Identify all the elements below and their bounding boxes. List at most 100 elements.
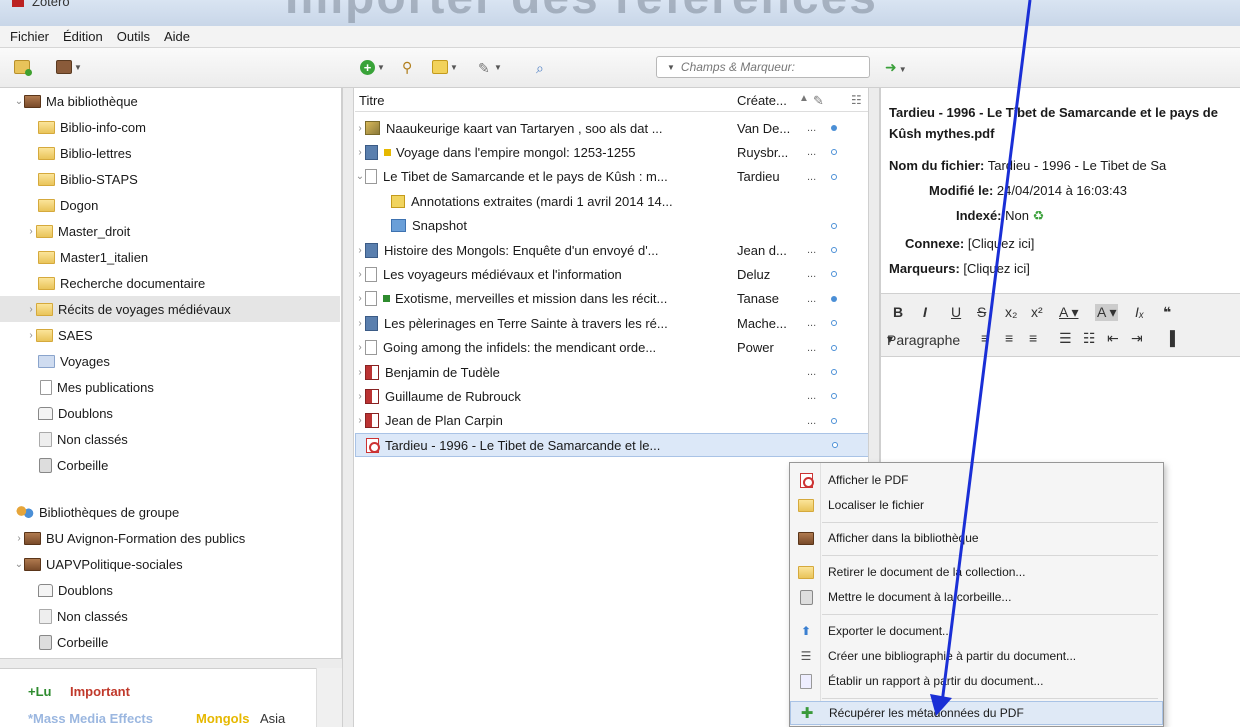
attachment-status-icon[interactable] bbox=[831, 369, 837, 375]
paperclip-icon[interactable]: ✎ bbox=[813, 93, 824, 109]
menu-item-show-in-library[interactable]: Afficher dans la bibliothèque bbox=[790, 526, 1163, 550]
more-icon[interactable]: ▐ bbox=[1165, 330, 1175, 346]
text-color-icon[interactable]: A ▾ bbox=[1059, 304, 1078, 321]
superscript-icon[interactable]: x² bbox=[1031, 304, 1043, 320]
bullet-list-icon[interactable]: ☰ bbox=[1059, 330, 1072, 347]
duplicates-item[interactable]: Doublons bbox=[0, 400, 340, 426]
attachment-status-icon[interactable] bbox=[831, 125, 837, 131]
chevron-right-icon[interactable]: › bbox=[355, 367, 365, 378]
left-splitter[interactable] bbox=[342, 88, 354, 727]
indent-icon[interactable]: ⇥ bbox=[1131, 330, 1143, 347]
item-row[interactable]: › Histoire des Mongols: Enquête d'un envo… bbox=[355, 238, 870, 262]
menu-item-retrieve-metadata[interactable]: ✚ Récupérer les métadonnées du PDF bbox=[790, 701, 1163, 725]
menu-fichier[interactable]: Fichier bbox=[10, 29, 49, 44]
chevron-right-icon[interactable]: › bbox=[14, 533, 24, 544]
attachment-status-icon[interactable] bbox=[831, 344, 837, 351]
locate-button[interactable]: ➜ ▼ bbox=[885, 59, 907, 76]
group-trash-item[interactable]: Corbeille bbox=[0, 629, 340, 655]
italic-icon[interactable]: I bbox=[923, 304, 927, 320]
numbered-list-icon[interactable]: ☷ bbox=[1083, 330, 1096, 347]
chevron-right-icon[interactable]: › bbox=[355, 245, 365, 256]
reindex-icon[interactable]: ♻ bbox=[1033, 208, 1045, 223]
menu-item-move-to-trash[interactable]: Mettre le document à la corbeille... bbox=[790, 585, 1163, 609]
chevron-right-icon[interactable]: › bbox=[355, 269, 365, 280]
underline-icon[interactable]: U bbox=[951, 304, 961, 320]
subscript-icon[interactable]: x₂ bbox=[1005, 304, 1017, 320]
item-row[interactable]: ⌄ Le Tibet de Samarcande et le pays de Kû… bbox=[355, 165, 870, 189]
attachment-status-icon[interactable] bbox=[831, 149, 837, 156]
collection-item[interactable]: › SAES bbox=[0, 322, 340, 348]
chevron-right-icon[interactable]: › bbox=[355, 415, 365, 426]
group-library-item[interactable]: ⌄ UAPVPolitique-sociales bbox=[0, 551, 340, 577]
chevron-right-icon[interactable]: › bbox=[355, 391, 365, 402]
add-by-identifier-button[interactable]: ⚲ bbox=[402, 58, 418, 76]
unfiled-item[interactable]: Non classés bbox=[0, 426, 340, 452]
menu-item-remove-from-collection[interactable]: Retirer le document de la collection... bbox=[790, 560, 1163, 584]
attachment-status-icon[interactable] bbox=[831, 320, 837, 327]
item-row[interactable]: › Les pèlerinages en Terre Sainte à trave… bbox=[355, 311, 870, 335]
chevron-right-icon[interactable]: › bbox=[355, 123, 365, 134]
chevron-down-icon[interactable]: ⌄ bbox=[14, 96, 24, 107]
chevron-down-icon[interactable]: ⌄ bbox=[14, 559, 24, 570]
tag-asia[interactable]: Asia bbox=[260, 711, 285, 726]
paragraph-format-dropdown[interactable]: Paragraphe ▾ bbox=[887, 332, 960, 348]
group-duplicates-item[interactable]: Doublons bbox=[0, 577, 340, 603]
new-item-button[interactable]: + ▼ bbox=[360, 58, 385, 76]
new-collection-button[interactable] bbox=[14, 58, 32, 76]
tree-my-library[interactable]: ⌄ Ma bibliothèque bbox=[0, 88, 340, 114]
blockquote-icon[interactable]: ❝ bbox=[1163, 304, 1171, 321]
item-row[interactable]: Annotations extraites (mardi 1 avril 201… bbox=[355, 189, 870, 213]
align-right-icon[interactable]: ≡ bbox=[1029, 330, 1037, 346]
my-publications-item[interactable]: Mes publications bbox=[0, 374, 340, 400]
library-menu-button[interactable]: ▼ bbox=[56, 58, 82, 76]
tag-important[interactable]: Important bbox=[70, 684, 130, 699]
item-row[interactable]: › Going among the infidels: the mendicant… bbox=[355, 336, 870, 360]
tag-pane-splitter[interactable] bbox=[0, 658, 342, 668]
attachment-status-icon[interactable] bbox=[831, 393, 837, 400]
item-row[interactable]: Snapshot bbox=[355, 214, 870, 238]
chevron-right-icon[interactable]: › bbox=[355, 147, 365, 158]
clear-format-icon[interactable]: Iₓ bbox=[1135, 304, 1144, 320]
menu-item-generate-report[interactable]: Établir un rapport à partir du document.… bbox=[790, 669, 1163, 693]
attachment-status-icon[interactable] bbox=[831, 271, 837, 278]
attachment-status-icon[interactable] bbox=[831, 173, 837, 180]
column-picker-icon[interactable]: ☷ bbox=[851, 93, 862, 107]
collection-item[interactable]: Biblio-lettres bbox=[0, 140, 340, 166]
chevron-right-icon[interactable]: › bbox=[355, 318, 365, 329]
chevron-right-icon[interactable]: › bbox=[26, 304, 36, 315]
search-input[interactable]: ▼ Champs & Marqueur: bbox=[656, 56, 870, 78]
trash-item[interactable]: Corbeille bbox=[0, 452, 340, 478]
item-row[interactable]: › Naaukeurige kaart van Tartaryen , soo a… bbox=[355, 116, 870, 140]
collection-item[interactable]: Master1_italien bbox=[0, 244, 340, 270]
collection-item[interactable]: Biblio-STAPS bbox=[0, 166, 340, 192]
menu-item-locate-file[interactable]: Localiser le fichier bbox=[790, 493, 1163, 517]
attachment-status-icon[interactable] bbox=[831, 417, 837, 424]
menu-outils[interactable]: Outils bbox=[117, 29, 150, 44]
attachment-status-icon[interactable] bbox=[831, 247, 837, 253]
chevron-down-icon[interactable]: ⌄ bbox=[355, 171, 365, 182]
collection-item[interactable]: › Master_droit bbox=[0, 218, 340, 244]
outdent-icon[interactable]: ⇤ bbox=[1107, 330, 1119, 347]
group-libraries-header[interactable]: Bibliothèques de groupe bbox=[0, 499, 340, 525]
menu-item-show-pdf[interactable]: Afficher le PDF bbox=[790, 468, 1163, 492]
saved-search-item[interactable]: Voyages bbox=[0, 348, 340, 374]
new-note-button[interactable]: ▼ bbox=[432, 58, 458, 76]
bold-icon[interactable]: B bbox=[893, 304, 903, 320]
highlight-color-icon[interactable]: A ▾ bbox=[1095, 304, 1119, 321]
tag-lu[interactable]: +Lu bbox=[28, 684, 51, 699]
collection-item[interactable]: Biblio-info-com bbox=[0, 114, 340, 140]
menu-item-export[interactable]: ⬆ Exporter le document... bbox=[790, 619, 1163, 643]
item-row[interactable]: › Voyage dans l'empire mongol: 1253-1255 R… bbox=[355, 140, 870, 164]
item-row[interactable]: › Exotisme, merveilles et mission dans le… bbox=[355, 287, 870, 311]
item-row[interactable]: › Guillaume de Rubrouck... bbox=[355, 384, 870, 408]
attachment-status-icon[interactable] bbox=[831, 295, 837, 302]
chevron-right-icon[interactable]: › bbox=[355, 293, 365, 304]
item-row[interactable]: › Benjamin de Tudèle... bbox=[355, 360, 870, 384]
column-creator[interactable]: Créate... bbox=[737, 93, 787, 108]
collection-item-selected[interactable]: › Récits de voyages médiévaux bbox=[0, 296, 340, 322]
chevron-right-icon[interactable]: › bbox=[26, 226, 36, 237]
group-library-item[interactable]: › BU Avignon-Formation des publics bbox=[0, 525, 340, 551]
collection-item[interactable]: Dogon bbox=[0, 192, 340, 218]
align-left-icon[interactable]: ≡ bbox=[981, 330, 989, 346]
group-unfiled-item[interactable]: Non classés bbox=[0, 603, 340, 629]
